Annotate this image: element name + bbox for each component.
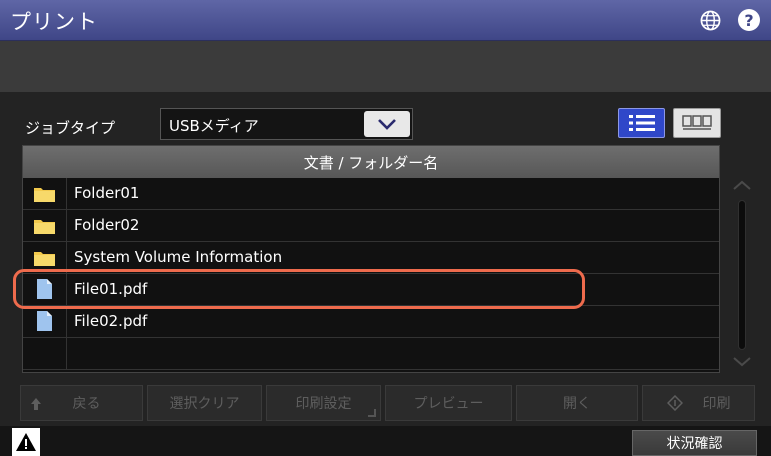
print-button[interactable]: 印刷 xyxy=(642,385,755,421)
back-arrow-icon xyxy=(31,398,41,410)
open-button[interactable]: 開く xyxy=(516,385,638,421)
list-item[interactable]: System Volume Information xyxy=(23,242,719,274)
file-icon xyxy=(37,279,52,299)
print-screen: プリント ? ジョブタイプ USBメディア 文書 / フォルダー名 Folder… xyxy=(0,0,771,456)
action-bar: 戻る 選択クリア 印刷設定 プレビュー 開く 印刷 xyxy=(20,385,755,421)
warning-button[interactable] xyxy=(12,428,40,456)
status-check-button[interactable]: 状況確認 xyxy=(632,430,757,456)
clear-selection-button[interactable]: 選択クリア xyxy=(147,385,262,421)
folder-icon xyxy=(34,220,55,234)
job-type-select[interactable]: USBメディア xyxy=(160,108,413,140)
submenu-corner-icon xyxy=(368,409,376,417)
title-bar: プリント ? xyxy=(0,0,771,41)
list-item[interactable]: File01.pdf xyxy=(23,274,719,306)
scroll-up-icon[interactable] xyxy=(731,178,753,192)
preview-button[interactable]: プレビュー xyxy=(385,385,512,421)
folder-icon xyxy=(34,188,55,202)
help-icon[interactable]: ? xyxy=(738,9,760,31)
list-view-button[interactable] xyxy=(618,108,665,138)
globe-icon[interactable] xyxy=(700,10,721,31)
warning-icon xyxy=(16,433,36,451)
thumbnail-view-icon xyxy=(682,115,712,130)
page-title: プリント xyxy=(10,10,98,34)
start-icon xyxy=(666,395,683,411)
file-list-header: 文書 / フォルダー名 xyxy=(23,146,719,178)
list-item[interactable]: Folder01 xyxy=(23,178,719,210)
file-list: 文書 / フォルダー名 Folder01 Folder02 System Vol… xyxy=(22,145,720,373)
scroll-down-icon[interactable] xyxy=(731,355,753,369)
list-item-name: System Volume Information xyxy=(74,248,283,266)
folder-icon xyxy=(34,252,55,266)
list-item-name: File01.pdf xyxy=(74,280,148,298)
list-item[interactable]: File02.pdf xyxy=(23,306,719,338)
back-button[interactable]: 戻る xyxy=(20,385,143,421)
list-view-icon xyxy=(628,115,655,131)
file-icon xyxy=(37,311,52,331)
list-item[interactable]: Folder02 xyxy=(23,210,719,242)
message-bar xyxy=(0,41,771,92)
job-type-value: USBメディア xyxy=(169,117,259,135)
thumbnail-view-button[interactable] xyxy=(673,108,721,138)
chevron-down-icon xyxy=(378,119,396,130)
list-item-name: Folder01 xyxy=(74,184,140,202)
job-type-dropdown-button[interactable] xyxy=(364,111,410,137)
list-item-name: Folder02 xyxy=(74,216,140,234)
print-settings-button[interactable]: 印刷設定 xyxy=(266,385,381,421)
scrollbar[interactable] xyxy=(738,200,746,350)
list-item-name: File02.pdf xyxy=(74,312,148,330)
job-type-label: ジョブタイプ xyxy=(25,119,116,137)
list-item-empty xyxy=(23,338,719,370)
